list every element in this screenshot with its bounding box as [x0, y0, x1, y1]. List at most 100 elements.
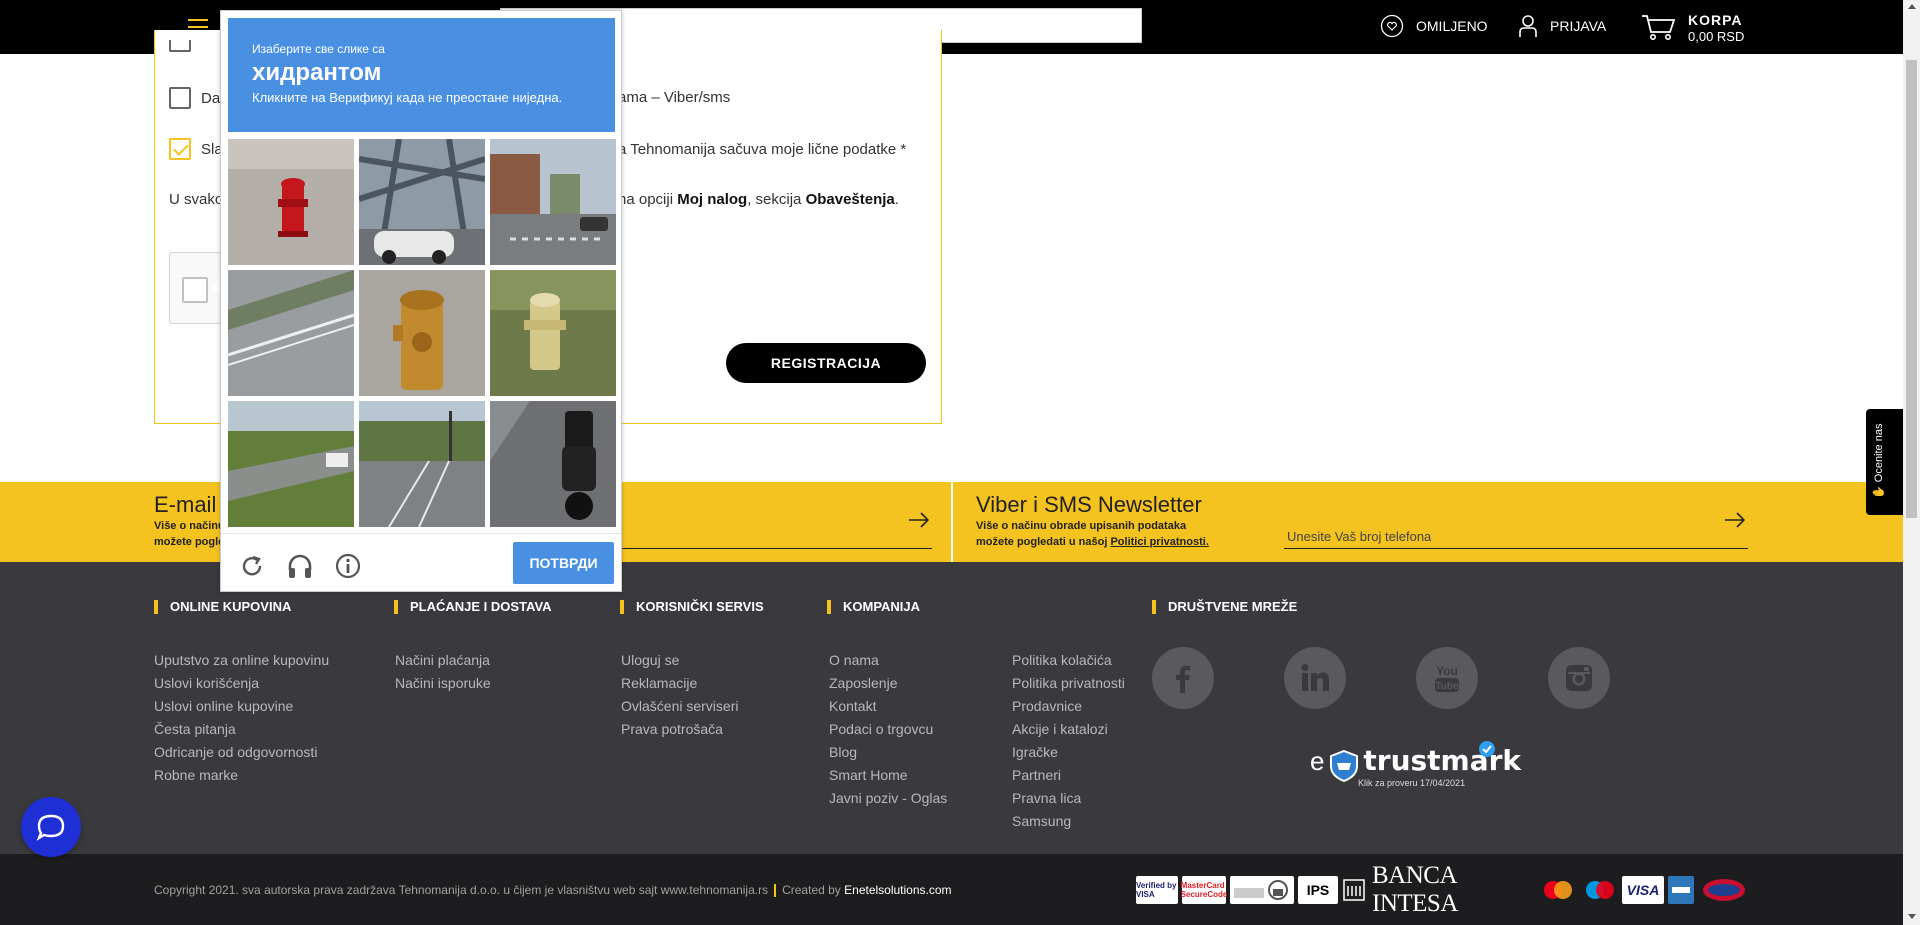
- footer-link[interactable]: Uslovi korišćenja: [154, 672, 329, 695]
- footer-link[interactable]: Partneri: [1012, 764, 1125, 787]
- enetel-link[interactable]: Enetelsolutions.com: [844, 883, 951, 897]
- cart-label: KORPA: [1688, 12, 1743, 28]
- captcha-tile-1[interactable]: [228, 139, 354, 265]
- footer-link[interactable]: Uloguj se: [621, 649, 738, 672]
- footer-link[interactable]: Samsung: [1012, 810, 1125, 833]
- audio-challenge-icon[interactable]: [285, 551, 315, 581]
- phone-submit-arrow-icon[interactable]: [1724, 512, 1746, 528]
- recaptcha-challenge: Изаберите све слике са хидрантом Кликнит…: [220, 10, 622, 592]
- email-input-underline: [600, 548, 932, 549]
- footer-link[interactable]: Česta pitanja: [154, 718, 329, 741]
- reload-icon[interactable]: [237, 551, 267, 581]
- footer-link[interactable]: Prava potrošača: [621, 718, 738, 741]
- footer-link[interactable]: Odricanje od odgovornosti: [154, 741, 329, 764]
- footer-heading-social: DRUŠTVENE MREŽE: [1152, 600, 1297, 614]
- footer-link[interactable]: Pravna lica: [1012, 787, 1125, 810]
- footer-link[interactable]: Ovlašćeni serviseri: [621, 695, 738, 718]
- footer-link[interactable]: Igračke: [1012, 741, 1125, 764]
- footer-link[interactable]: Javni poziv - Oglas: [829, 787, 947, 810]
- rate-us-label: ✋ Ocenite nas: [1872, 424, 1885, 499]
- security-seal-icon: [1234, 880, 1288, 900]
- footer-link[interactable]: Kontakt: [829, 695, 947, 718]
- viber-consent-label-tail: ama – Viber/sms: [618, 89, 731, 106]
- amex-icon: [1672, 887, 1690, 893]
- footer-link[interactable]: Politika kolačića: [1012, 649, 1125, 672]
- captcha-tile-7[interactable]: [228, 401, 354, 527]
- register-button[interactable]: REGISTRACIJA: [726, 343, 926, 383]
- favorites-link[interactable]: OMILJENO: [1380, 14, 1488, 38]
- email-submit-arrow-icon[interactable]: [908, 512, 930, 528]
- footer-link[interactable]: Uputstvo za online kupovinu: [154, 649, 329, 672]
- cart-summary[interactable]: KORPA 0,00 RSD: [1688, 12, 1744, 44]
- captcha-tile-8[interactable]: [359, 401, 485, 527]
- footer-link[interactable]: Prodavnice: [1012, 695, 1125, 718]
- facebook-glyph-icon: [1176, 665, 1190, 693]
- rate-us-tab[interactable]: ✋ Ocenite nas: [1866, 409, 1903, 515]
- trustmark-badge[interactable]: e trustmark Klik za proveru 17/04/2021: [1310, 741, 1521, 788]
- checkbox[interactable]: [169, 40, 191, 52]
- captcha-tile-6[interactable]: [490, 270, 616, 396]
- checkbox-row-partial[interactable]: [169, 40, 201, 52]
- visa-logo: VISA: [1622, 876, 1664, 904]
- footer-heading-online: ONLINE KUPOVINA: [154, 600, 291, 614]
- bottom-bar: Copyright 2021. sva autorska prava zadrž…: [0, 854, 1903, 925]
- footer-link[interactable]: Robne marke: [154, 764, 329, 787]
- info-icon[interactable]: [333, 551, 363, 581]
- recaptcha-checkbox[interactable]: [182, 277, 208, 303]
- refresh-glyph-icon: [242, 555, 262, 576]
- trustmark-check-icon: [1479, 741, 1495, 757]
- site-footer: ONLINE KUPOVINA Uputstvo za online kupov…: [0, 562, 1903, 854]
- footer-link[interactable]: Akcije i katalozi: [1012, 718, 1125, 741]
- linkedin-icon[interactable]: [1284, 647, 1346, 709]
- newsletter-divider: [951, 482, 953, 562]
- footer-link[interactable]: Podaci o trgovcu: [829, 718, 947, 741]
- hydrant-image: [490, 270, 616, 396]
- page-scrollbar[interactable]: [1903, 0, 1920, 925]
- captcha-footer-divider: [221, 533, 621, 534]
- footer-link[interactable]: Smart Home: [829, 764, 947, 787]
- favorites-label: OMILJENO: [1416, 18, 1488, 34]
- captcha-tile-3[interactable]: [490, 139, 616, 265]
- footer-link[interactable]: Načini plaćanja: [395, 649, 491, 672]
- footer-link[interactable]: Načini isporuke: [395, 672, 491, 695]
- instagram-icon[interactable]: [1548, 647, 1610, 709]
- ips-logo: IPS: [1298, 876, 1338, 904]
- captcha-instructions: Изаберите све слике са хидрантом Кликнит…: [228, 18, 615, 132]
- footer-link[interactable]: Zaposlenje: [829, 672, 947, 695]
- notifications-link[interactable]: Obaveštenja: [806, 191, 895, 208]
- footer-link[interactable]: Reklamacije: [621, 672, 738, 695]
- linkedin-glyph-icon: [1301, 664, 1329, 691]
- footer-heading-payment: PLAĆANJE I DOSTAVA: [394, 600, 552, 614]
- captcha-tile-2[interactable]: [359, 139, 485, 265]
- data-consent-checkbox[interactable]: [169, 138, 191, 160]
- phone-input[interactable]: Unesite Vaš broj telefona: [1287, 529, 1431, 544]
- info-text: na opciji Moj nalog, sekcija Obaveštenja…: [618, 191, 899, 208]
- road-intersection-image: [359, 401, 485, 527]
- facebook-icon[interactable]: [1152, 647, 1214, 709]
- instagram-glyph-icon: [1566, 665, 1592, 691]
- captcha-tile-5[interactable]: [359, 270, 485, 396]
- login-link[interactable]: PRIJAVA: [1518, 14, 1606, 38]
- chat-widget-button[interactable]: [21, 797, 81, 857]
- checkbox-row-consent[interactable]: Sla: [169, 138, 223, 160]
- cart-link[interactable]: [1640, 12, 1676, 42]
- scrollbar-thumb[interactable]: [1906, 60, 1917, 518]
- footer-link[interactable]: O nama: [829, 649, 947, 672]
- footer-link[interactable]: Blog: [829, 741, 947, 764]
- scroll-down-arrow-icon[interactable]: [1908, 914, 1916, 919]
- viber-consent-checkbox[interactable]: [169, 87, 191, 109]
- checkbox-row-viber[interactable]: Da,: [169, 87, 224, 109]
- my-account-link[interactable]: Moj nalog: [677, 191, 747, 208]
- rate-us-text: Ocenite nas: [1873, 423, 1885, 483]
- footer-link[interactable]: Uslovi online kupovine: [154, 695, 329, 718]
- scroll-up-arrow-icon[interactable]: [1908, 4, 1916, 9]
- footer-link[interactable]: Politika privatnosti: [1012, 672, 1125, 695]
- captcha-verify-button[interactable]: ПОТВРДИ: [513, 542, 614, 584]
- footer-heading-service: KORISNIČKI SERVIS: [620, 600, 764, 614]
- youtube-icon[interactable]: You Tube: [1416, 647, 1478, 709]
- captcha-tile-4[interactable]: [228, 270, 354, 396]
- privacy-policy-link[interactable]: Politici privatnosti.: [1110, 536, 1208, 548]
- captcha-tile-9[interactable]: [490, 401, 616, 527]
- verified-by-visa-logo: Verified by VISA: [1136, 876, 1178, 904]
- email-newsletter-title: E-mail: [154, 492, 217, 517]
